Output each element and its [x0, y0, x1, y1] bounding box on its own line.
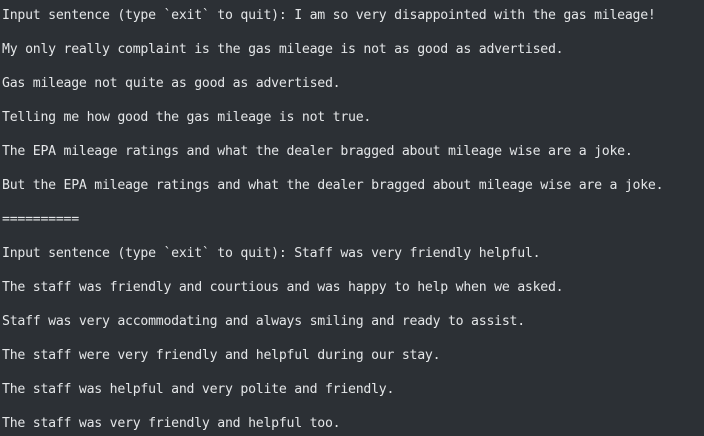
output-line: My only really complaint is the gas mile…	[2, 42, 564, 57]
output-line: The EPA mileage ratings and what the dea…	[2, 144, 633, 159]
output-line: The staff was helpful and very polite an…	[2, 382, 395, 397]
output-line: Telling me how good the gas mileage is n…	[2, 110, 372, 125]
terminal-output[interactable]: Input sentence (type `exit` to quit): I …	[0, 0, 704, 436]
output-line: The staff were very friendly and helpful…	[2, 348, 441, 363]
output-line: Staff was very accommodating and always …	[2, 314, 525, 329]
prompt-line: Input sentence (type `exit` to quit): St…	[2, 246, 541, 261]
separator-line: ==========	[2, 212, 79, 227]
prompt-line: Input sentence (type `exit` to quit): I …	[2, 8, 656, 23]
output-line: But the EPA mileage ratings and what the…	[2, 178, 664, 193]
output-line: Gas mileage not quite as good as adverti…	[2, 76, 341, 91]
output-line: The staff was very friendly and helpful …	[2, 416, 341, 431]
output-line: The staff was friendly and courtious and…	[2, 280, 564, 295]
